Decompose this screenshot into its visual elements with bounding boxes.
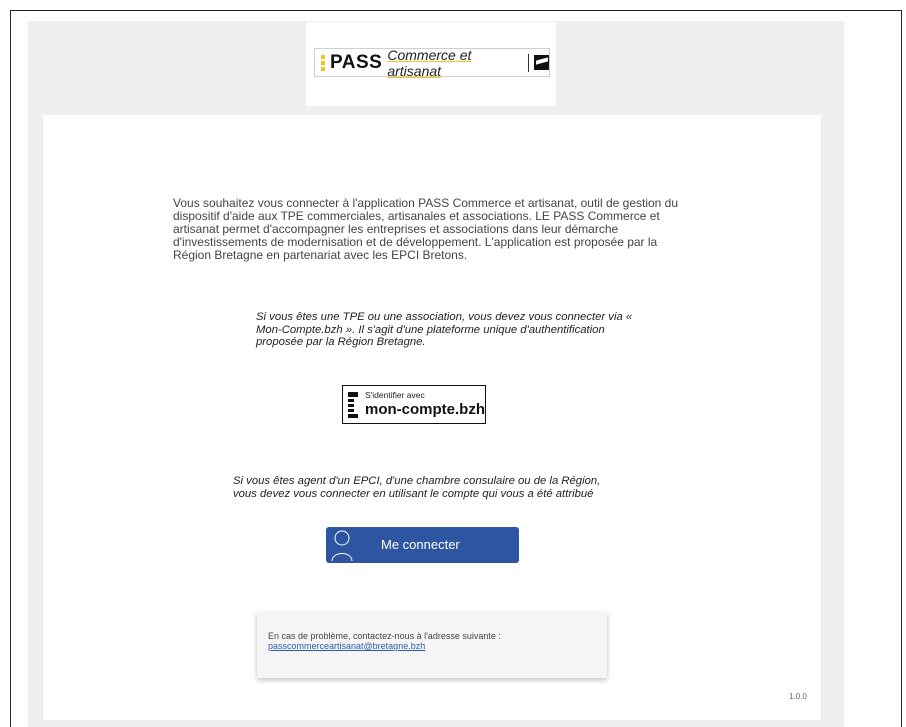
intro-text: Vous souhaitez vous connecter à l'applic… — [173, 196, 679, 262]
mcb-small-label: S'identifier avec — [365, 390, 425, 400]
main-card: Vous souhaitez vous connecter à l'applic… — [43, 115, 821, 720]
me-connecter-label: Me connecter — [381, 537, 460, 552]
logo-bars-icon — [321, 54, 325, 71]
support-email-link[interactable]: passcommerceartisanat@bretagne.bzh — [268, 641, 425, 651]
mon-compte-bzh-icon — [348, 392, 358, 418]
me-connecter-button[interactable]: Me connecter — [326, 527, 519, 563]
logo-brand: PASS — [330, 51, 383, 73]
agent-instructions: Si vous êtes agent d'un EPCI, d'une cham… — [233, 475, 601, 500]
logo-tagline: Commerce et artisanat — [387, 46, 472, 79]
logo-container: PASS Commerce et artisanat — [306, 22, 556, 106]
bretagne-flag-icon — [533, 55, 549, 70]
user-icon — [331, 530, 353, 561]
help-text: En cas de problème, contactez-nous à l'a… — [268, 631, 501, 641]
mcb-big-label: mon-compte.bzh — [365, 401, 485, 418]
tpe-instructions: Si vous êtes une TPE ou une association,… — [256, 311, 633, 348]
mon-compte-bzh-login-button[interactable]: S'identifier avec mon-compte.bzh — [342, 385, 486, 424]
pass-logo: PASS Commerce et artisanat — [314, 46, 550, 79]
help-box: En cas de problème, contactez-nous à l'a… — [257, 612, 607, 678]
logo-divider — [527, 53, 529, 72]
version-label: 1.0.0 — [789, 692, 807, 701]
